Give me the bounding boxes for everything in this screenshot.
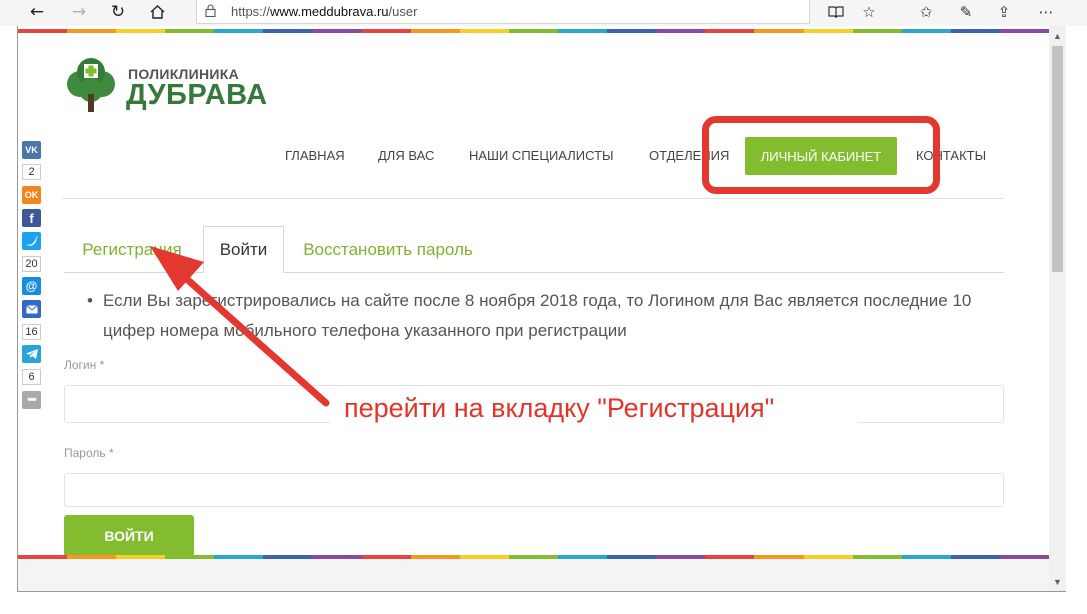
password-label: Пароль *	[64, 446, 114, 460]
more-share-icon[interactable]: •••	[22, 391, 41, 409]
home-icon[interactable]	[144, 2, 170, 22]
reading-view-icon[interactable]	[823, 2, 849, 22]
twitter-share-count: 20	[22, 256, 41, 272]
mailru-share-icon[interactable]: @	[22, 277, 41, 295]
header-separator	[62, 198, 1004, 199]
vertical-scrollbar[interactable]: ▲ ▼	[1049, 26, 1066, 591]
url-text: https://www.meddubrava.ru/user	[231, 4, 418, 19]
scroll-up-icon[interactable]: ▲	[1049, 28, 1066, 44]
password-input[interactable]	[64, 473, 1004, 507]
menu-item-specialists[interactable]: НАШИ СПЕЦИАЛИСТЫ	[469, 148, 614, 163]
vk-share-count: 2	[22, 164, 41, 180]
color-stripe-top	[18, 29, 1049, 33]
browser-toolbar: ← → ↻ https://www.meddubrava.ru/user ☆ ✩…	[0, 0, 1087, 26]
login-submit-button[interactable]: ВОЙТИ	[64, 515, 194, 557]
forward-arrow-icon[interactable]: →	[66, 2, 92, 22]
menu-item-for-you[interactable]: ДЛЯ ВАС	[378, 148, 434, 163]
login-label: Логин *	[64, 358, 105, 372]
pen-icon[interactable]: ✎	[953, 2, 979, 22]
annotation-label: перейти на вкладку "Регистрация"	[344, 393, 775, 423]
site-logo[interactable]: ПОЛИКЛИНИКА ДУБРАВА	[62, 56, 312, 116]
menu-item-home[interactable]: ГЛАВНАЯ	[285, 148, 345, 163]
telegram-share-count: 6	[22, 369, 41, 385]
email-share-count: 16	[22, 324, 41, 340]
more-menu-icon[interactable]: ⋯	[1033, 2, 1059, 22]
email-share-icon[interactable]	[22, 300, 41, 318]
active-tab-gap	[204, 271, 283, 274]
annotation-highlight-box	[702, 116, 940, 194]
vk-share-icon[interactable]: VK	[22, 141, 41, 159]
scroll-down-icon[interactable]: ▼	[1049, 574, 1066, 590]
address-bar[interactable]: https://www.meddubrava.ru/user	[196, 0, 810, 24]
login-info-text: Если Вы зарегистрировались на сайте посл…	[103, 291, 972, 340]
footer-area	[18, 559, 1049, 591]
tab-restore-password[interactable]: Восстановить пароль	[290, 226, 486, 273]
logo-title: ДУБРАВА	[126, 79, 268, 111]
bullet-marker: •	[87, 291, 93, 310]
favorites-list-icon[interactable]: ✩	[913, 2, 939, 22]
lock-icon	[205, 4, 216, 17]
login-info-notice: • Если Вы зарегистрировались на сайте по…	[87, 286, 1007, 346]
share-icon[interactable]: ⇪	[991, 2, 1017, 22]
facebook-share-icon[interactable]: f	[22, 209, 41, 227]
scroll-thumb[interactable]	[1052, 46, 1063, 272]
tree-cross-icon	[67, 58, 115, 112]
ok-share-icon[interactable]: OK	[22, 186, 41, 204]
twitter-share-icon[interactable]	[22, 232, 41, 250]
page-viewport: ПОЛИКЛИНИКА ДУБРАВА ГЛАВНАЯ ДЛЯ ВАС НАШИ…	[18, 26, 1049, 591]
window-frame-bottom	[17, 591, 1066, 592]
refresh-icon[interactable]: ↻	[105, 2, 131, 22]
favorite-star-icon[interactable]: ☆	[856, 2, 882, 22]
tab-register[interactable]: Регистрация	[64, 226, 200, 273]
tab-login[interactable]: Войти	[203, 226, 284, 273]
telegram-share-icon[interactable]	[22, 345, 41, 363]
back-arrow-icon[interactable]: ←	[24, 2, 50, 22]
screen: ← → ↻ https://www.meddubrava.ru/user ☆ ✩…	[0, 0, 1087, 614]
